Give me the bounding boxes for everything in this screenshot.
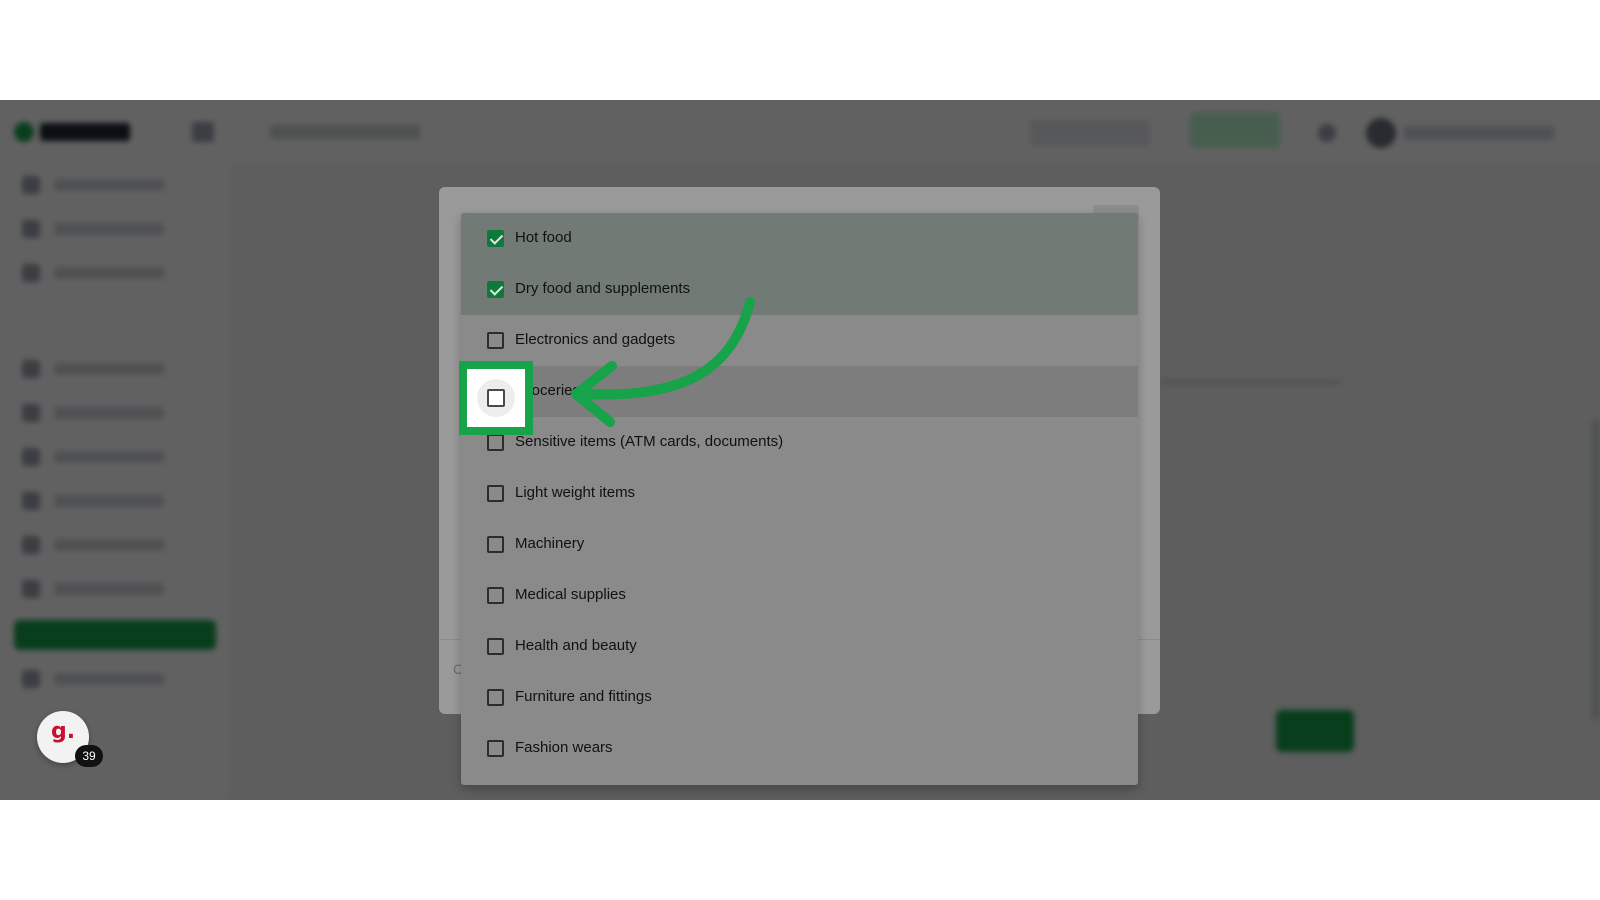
dropdown-option[interactable]: Fashion wears — [461, 723, 1138, 774]
assistant-badge[interactable]: g. 39 — [37, 711, 103, 767]
option-label: Fashion wears — [515, 739, 613, 756]
checkbox[interactable] — [487, 587, 504, 604]
badge-logo: g. — [51, 719, 76, 744]
checkbox[interactable] — [487, 485, 504, 502]
dropdown-option[interactable]: Machinery — [461, 519, 1138, 570]
dropdown-option[interactable]: Hot food — [461, 213, 1138, 264]
checkbox[interactable] — [487, 536, 504, 553]
option-label: Hot food — [515, 229, 572, 246]
checkbox[interactable] — [487, 434, 504, 451]
option-label: Furniture and fittings — [515, 688, 652, 705]
highlighted-checkbox[interactable] — [459, 361, 533, 435]
checkbox[interactable] — [487, 740, 504, 757]
checkbox[interactable] — [487, 689, 504, 706]
checkbox[interactable] — [487, 332, 504, 349]
option-label: Health and beauty — [515, 637, 637, 654]
option-label: Light weight items — [515, 484, 636, 501]
dropdown-option[interactable]: Light weight items — [461, 468, 1138, 519]
check-icon[interactable] — [487, 281, 504, 298]
badge-count: 39 — [75, 745, 103, 767]
app-stage: C Hot food Dry food and supplements Elec… — [0, 100, 1600, 800]
dropdown-option[interactable]: Medical supplies — [461, 570, 1138, 621]
dropdown-option[interactable]: Furniture and fittings — [461, 672, 1138, 723]
check-icon[interactable] — [487, 230, 504, 247]
curved-arrow-icon — [571, 297, 755, 427]
option-label: Machinery — [515, 535, 585, 552]
checkbox[interactable] — [487, 638, 504, 655]
option-label: Medical supplies — [515, 586, 626, 603]
checkbox[interactable] — [487, 389, 505, 407]
dropdown-option[interactable]: Health and beauty — [461, 621, 1138, 672]
